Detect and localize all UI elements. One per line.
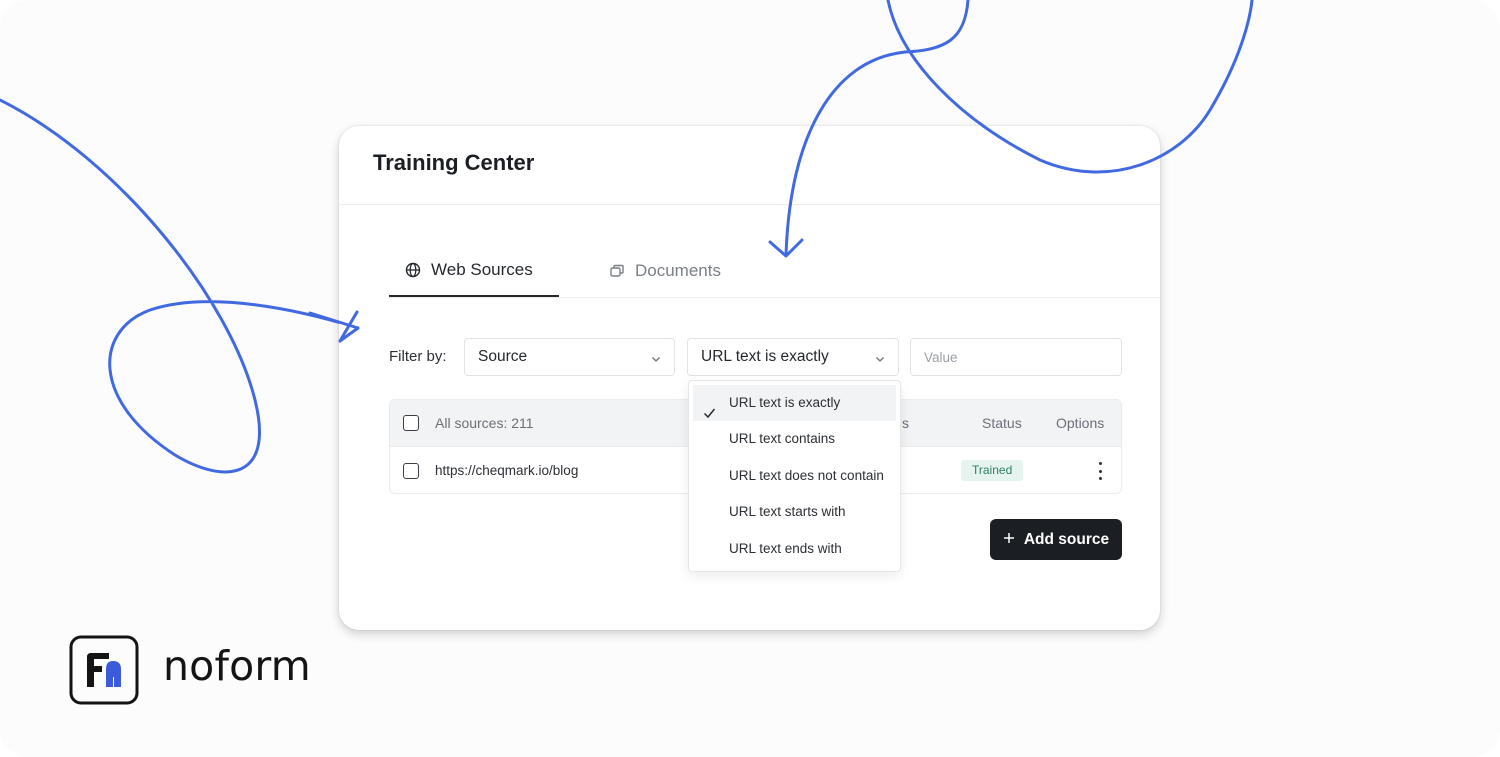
dropdown-option-label: URL text is exactly [729, 395, 841, 410]
training-center-card: Training Center Web Sources Documents Fi… [339, 126, 1160, 630]
page-title: Training Center [373, 150, 535, 175]
tab-bar: Web Sources Documents [389, 244, 1160, 298]
all-sources-count: All sources: 211 [435, 415, 534, 431]
column-header-status: Status [982, 415, 1022, 431]
source-select-value: Source [478, 348, 528, 365]
select-all-checkbox[interactable] [403, 415, 419, 431]
column-header-partial: s [902, 415, 909, 431]
dropdown-option-label: URL text ends with [729, 540, 842, 556]
dropdown-option-starts-with[interactable]: URL text starts with [693, 494, 896, 530]
more-options-icon[interactable] [1092, 462, 1108, 480]
match-type-dropdown-menu: URL text is exactly URL text contains UR… [688, 380, 901, 572]
globe-icon [405, 262, 421, 278]
dropdown-option-is-exactly[interactable]: URL text is exactly [693, 385, 896, 422]
status-badge: Trained [961, 460, 1024, 481]
tab-label: Web Sources [431, 259, 533, 279]
tab-web-sources[interactable]: Web Sources [389, 244, 559, 297]
dropdown-option-ends-with[interactable]: URL text ends with [693, 531, 896, 567]
brand-name: noform [163, 642, 311, 690]
match-type-select[interactable]: URL text is exactly [687, 338, 899, 376]
dropdown-option-label: URL text starts with [729, 504, 846, 520]
dropdown-option-does-not-contain[interactable]: URL text does not contain [693, 458, 896, 494]
add-source-button[interactable]: Add source [990, 519, 1122, 560]
filter-label: Filter by: [389, 348, 447, 365]
documents-icon [609, 263, 625, 279]
brand-logo: noform [69, 635, 311, 705]
chevron-down-icon [874, 352, 886, 370]
dropdown-option-label: URL text contains [729, 431, 836, 447]
column-header-options: Options [1056, 415, 1105, 431]
dropdown-option-label: URL text does not contain [729, 467, 884, 483]
source-select[interactable]: Source [464, 338, 675, 376]
match-type-select-value: URL text is exactly [701, 348, 829, 365]
add-source-label: Add source [1023, 530, 1110, 548]
dropdown-option-contains[interactable]: URL text contains [693, 421, 896, 457]
plus-icon [1003, 531, 1015, 549]
chevron-down-icon [650, 352, 662, 370]
canvas: Training Center Web Sources Documents Fi… [0, 0, 1500, 757]
row-checkbox[interactable] [403, 463, 419, 479]
tab-label: Documents [635, 260, 721, 280]
source-url: https://cheqmark.io/blog [435, 463, 579, 478]
noform-logo-icon [69, 635, 139, 705]
filter-value-input[interactable] [910, 338, 1122, 376]
card-header: Training Center [339, 126, 1160, 205]
filter-row: Filter by: Source URL text is exactly [389, 338, 1123, 376]
tab-documents[interactable]: Documents [607, 244, 721, 297]
